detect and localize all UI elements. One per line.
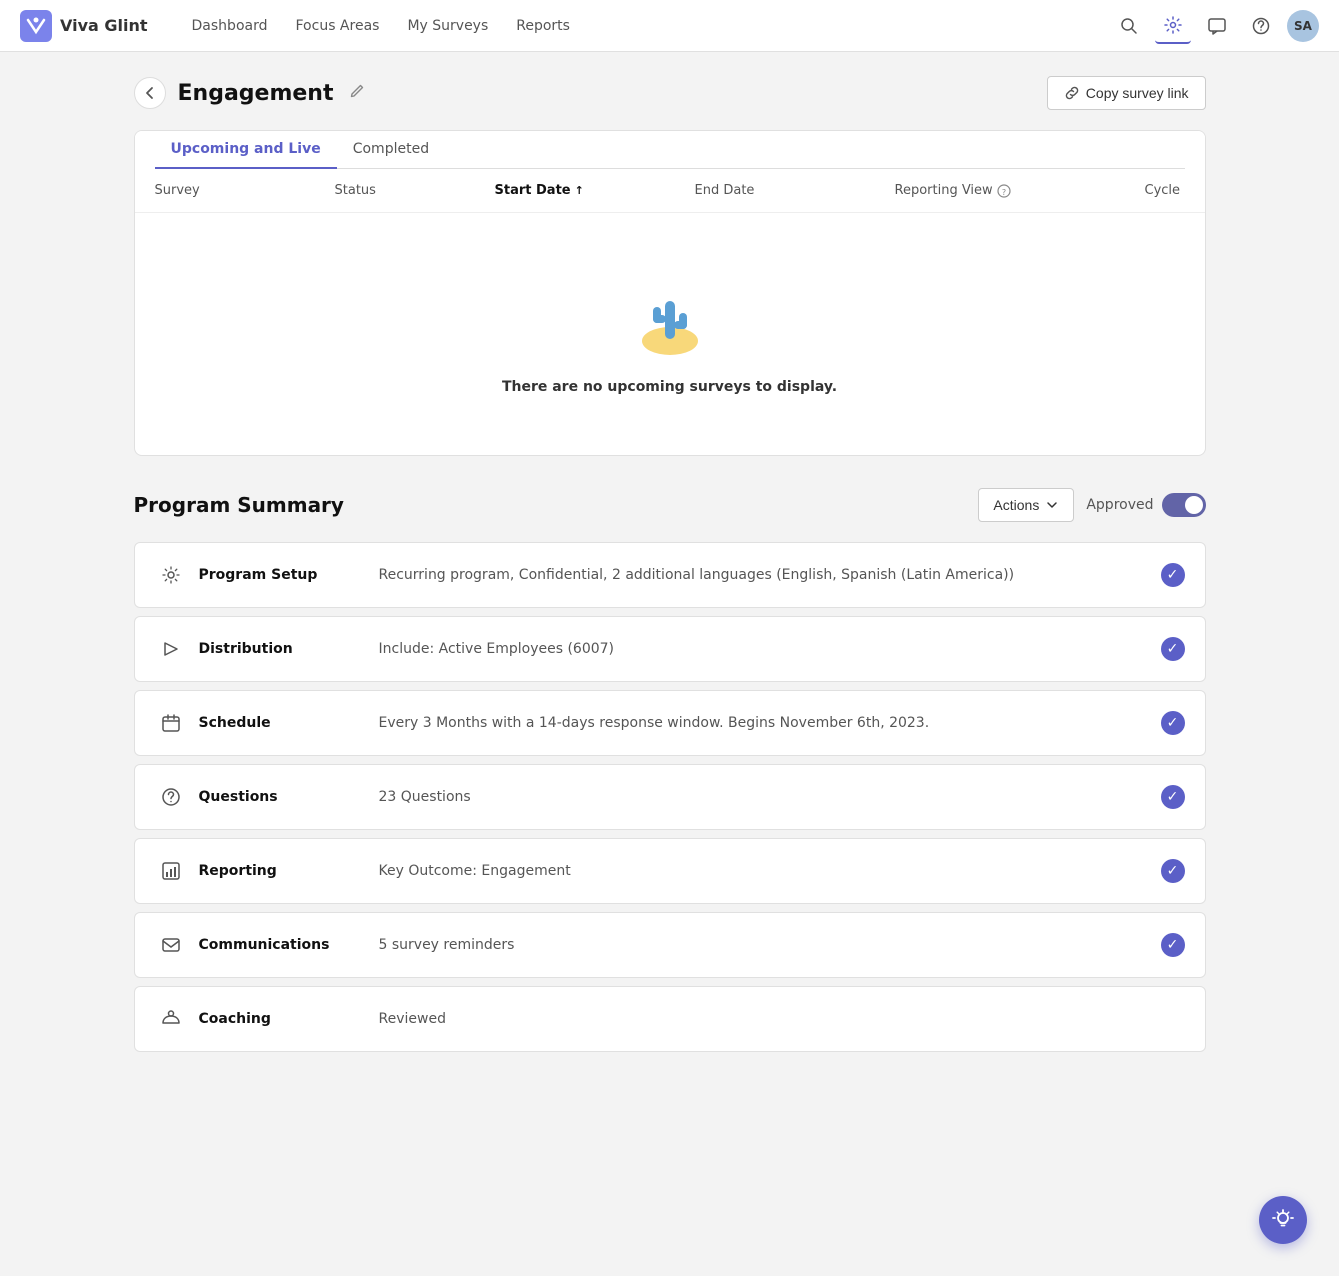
distribution-description: Include: Active Employees (6007)	[379, 641, 1145, 657]
reporting-title: Reporting	[199, 863, 359, 879]
mail-icon	[155, 929, 187, 961]
table-header: Survey Status Start Date ↑ End Date Repo…	[135, 169, 1205, 213]
actions-button[interactable]: Actions	[978, 488, 1074, 522]
questions-check: ✓	[1161, 785, 1185, 809]
schedule-description: Every 3 Months with a 14-days response w…	[379, 715, 1145, 731]
search-icon	[1120, 17, 1138, 35]
svg-text:?: ?	[1002, 188, 1006, 197]
main-content: Engagement Copy survey link Upcoming and…	[110, 52, 1230, 1100]
empty-message: There are no upcoming surveys to display…	[502, 379, 837, 395]
chevron-down-icon	[1045, 498, 1059, 512]
coaching-description: Reviewed	[379, 1011, 1185, 1027]
program-item-communications[interactable]: Communications 5 survey reminders ✓	[134, 912, 1206, 978]
messages-button[interactable]	[1199, 8, 1235, 44]
messages-icon	[1208, 17, 1226, 35]
empty-illustration	[625, 273, 715, 363]
calendar-icon	[155, 707, 187, 739]
reporting-description: Key Outcome: Engagement	[379, 863, 1145, 879]
program-item-schedule[interactable]: Schedule Every 3 Months with a 14-days r…	[134, 690, 1206, 756]
approved-toggle[interactable]	[1162, 493, 1206, 517]
page-title: Engagement	[178, 81, 334, 106]
th-reporting-view: Reporting View ?	[895, 183, 1145, 198]
page-header: Engagement Copy survey link	[134, 76, 1206, 110]
nav-focus-areas[interactable]: Focus Areas	[284, 12, 392, 40]
coaching-icon	[155, 1003, 187, 1035]
back-button[interactable]	[134, 77, 166, 109]
settings-button[interactable]	[1155, 8, 1191, 44]
setup-check: ✓	[1161, 563, 1185, 587]
info-icon: ?	[997, 184, 1011, 198]
search-button[interactable]	[1111, 8, 1147, 44]
reporting-check: ✓	[1161, 859, 1185, 883]
settings-icon	[1164, 16, 1182, 34]
tab-completed[interactable]: Completed	[337, 131, 445, 169]
communications-description: 5 survey reminders	[379, 937, 1145, 953]
tab-upcoming-live[interactable]: Upcoming and Live	[155, 131, 337, 169]
th-start-date[interactable]: Start Date ↑	[495, 183, 695, 198]
help-icon	[1252, 17, 1270, 35]
fab-button[interactable]	[1259, 1196, 1307, 1244]
th-survey: Survey	[155, 183, 335, 198]
nav-dashboard[interactable]: Dashboard	[180, 12, 280, 40]
questions-title: Questions	[199, 789, 359, 805]
setup-title: Program Setup	[199, 567, 359, 583]
program-item-setup[interactable]: Program Setup Recurring program, Confide…	[134, 542, 1206, 608]
program-header: Program Summary Actions Approved	[134, 488, 1206, 522]
surveys-card: Upcoming and Live Completed Survey Statu…	[134, 130, 1206, 456]
distribution-icon	[155, 633, 187, 665]
help-button[interactable]	[1243, 8, 1279, 44]
nav-reports[interactable]: Reports	[504, 12, 582, 40]
nav-my-surveys[interactable]: My Surveys	[395, 12, 500, 40]
empty-state: There are no upcoming surveys to display…	[135, 213, 1205, 455]
back-icon	[142, 85, 158, 101]
setup-description: Recurring program, Confidential, 2 addit…	[379, 567, 1145, 583]
program-summary: Program Summary Actions Approved	[134, 488, 1206, 1060]
communications-check: ✓	[1161, 933, 1185, 957]
link-icon	[1064, 85, 1080, 101]
logo-icon	[20, 10, 52, 42]
distribution-check: ✓	[1161, 637, 1185, 661]
program-items: Program Setup Recurring program, Confide…	[134, 542, 1206, 1060]
questions-description: 23 Questions	[379, 789, 1145, 805]
program-title: Program Summary	[134, 493, 344, 517]
top-navigation: Viva Glint Dashboard Focus Areas My Surv…	[0, 0, 1339, 52]
th-end-date: End Date	[695, 183, 895, 198]
program-item-reporting[interactable]: Reporting Key Outcome: Engagement ✓	[134, 838, 1206, 904]
question-icon	[155, 781, 187, 813]
program-item-distribution[interactable]: Distribution Include: Active Employees (…	[134, 616, 1206, 682]
tabs: Upcoming and Live Completed	[155, 131, 1185, 169]
approved-label: Approved	[1086, 497, 1153, 513]
program-item-coaching[interactable]: Coaching Reviewed	[134, 986, 1206, 1052]
schedule-check: ✓	[1161, 711, 1185, 735]
distribution-title: Distribution	[199, 641, 359, 657]
lightbulb-icon	[1272, 1209, 1294, 1231]
th-cycle: Cycle	[1145, 183, 1185, 198]
schedule-title: Schedule	[199, 715, 359, 731]
program-item-questions[interactable]: Questions 23 Questions ✓	[134, 764, 1206, 830]
coaching-title: Coaching	[199, 1011, 359, 1027]
communications-title: Communications	[199, 937, 359, 953]
gear-icon	[155, 559, 187, 591]
copy-survey-button[interactable]: Copy survey link	[1047, 76, 1206, 110]
nav-icons: SA	[1111, 8, 1319, 44]
sort-asc-icon: ↑	[575, 184, 584, 197]
th-status: Status	[335, 183, 495, 198]
reporting-icon	[155, 855, 187, 887]
edit-icon[interactable]	[349, 83, 365, 103]
app-logo[interactable]: Viva Glint	[20, 10, 148, 42]
avatar[interactable]: SA	[1287, 10, 1319, 42]
nav-links: Dashboard Focus Areas My Surveys Reports	[180, 12, 1111, 40]
